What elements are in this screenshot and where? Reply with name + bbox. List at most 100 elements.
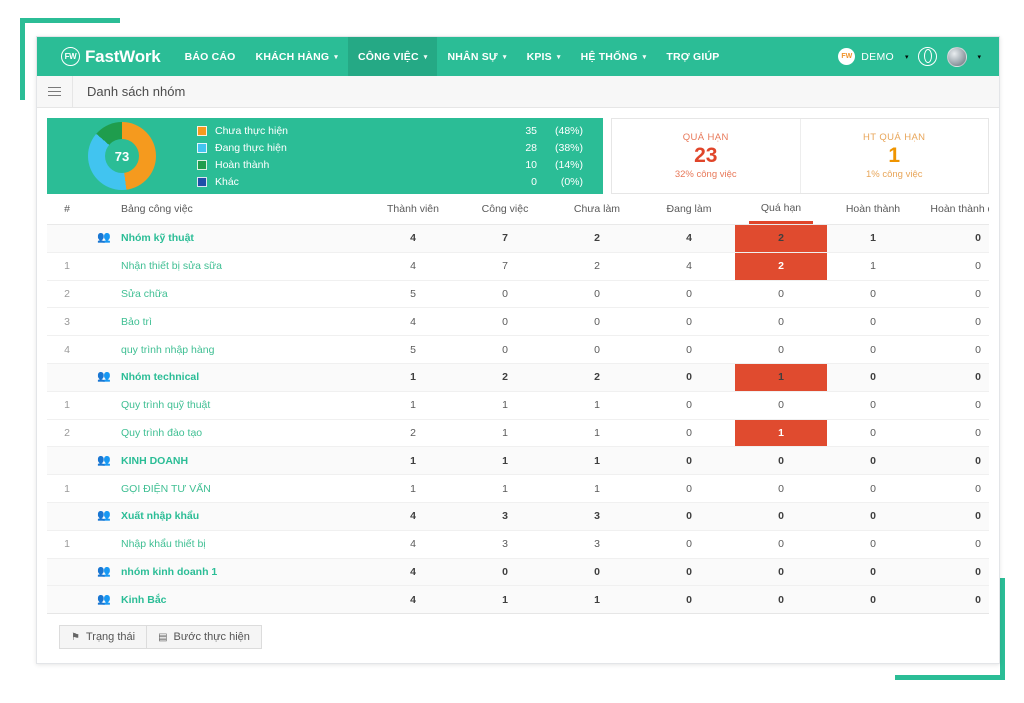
cell-done: 0 xyxy=(827,419,919,447)
table-group-row[interactable]: 👥Xuất nhập khẩu4330000 xyxy=(47,502,989,530)
table-group-row[interactable]: 👥Kinh Bắc4110000 xyxy=(47,586,989,614)
nav-item-1[interactable]: KHÁCH HÀNG▾ xyxy=(246,37,348,76)
table-group-row[interactable]: 👥Nhóm kỹ thuật4724210 xyxy=(47,225,989,253)
cell-doing: 0 xyxy=(643,475,735,503)
col-done-overdue[interactable]: Hoàn thành quá hạn xyxy=(919,194,989,225)
row-board-name[interactable]: Bảo trì xyxy=(87,308,367,336)
cell-todo: 1 xyxy=(551,586,643,614)
legend-label: Hoàn thành xyxy=(215,159,511,171)
fastwork-logo-icon: FW xyxy=(61,47,80,66)
account-menu[interactable]: FW DEMO ▾ xyxy=(838,48,908,65)
cell-done: 0 xyxy=(827,530,919,558)
stat-completed-overdue-sub: 1% công việc xyxy=(866,169,923,180)
cell-overdue: 0 xyxy=(735,447,827,475)
cell-done: 0 xyxy=(827,391,919,419)
summary-strip: 73 Chưa thực hiện35(48%)Đang thực hiện28… xyxy=(47,118,989,194)
cell-doing: 0 xyxy=(643,447,735,475)
cell-tasks: 1 xyxy=(459,586,551,614)
cell-overdue: 0 xyxy=(735,308,827,336)
col-members[interactable]: Thành viên xyxy=(367,194,459,225)
row-index: 1 xyxy=(47,530,87,558)
cell-overdue: 1 xyxy=(735,363,827,391)
table-row[interactable]: 1Quy trình quỹ thuật1110000 xyxy=(47,391,989,419)
nav-item-5[interactable]: HỆ THỐNG▾ xyxy=(571,37,657,76)
cell-done: 0 xyxy=(827,336,919,364)
cell-tasks: 7 xyxy=(459,252,551,280)
cell-doing: 0 xyxy=(643,363,735,391)
user-avatar-menu[interactable]: ▾ xyxy=(947,47,981,67)
legend-row[interactable]: Khác0(0%) xyxy=(197,173,583,190)
table-row[interactable]: 1Nhập khẩu thiết bị4330000 xyxy=(47,530,989,558)
cell-todo: 0 xyxy=(551,336,643,364)
cell-todo: 0 xyxy=(551,558,643,586)
cell-members: 1 xyxy=(367,363,459,391)
row-board-name[interactable]: 👥KINH DOANH xyxy=(87,447,367,475)
nav-item-label: NHÂN SỰ xyxy=(447,51,497,63)
row-board-name[interactable]: Sửa chữa xyxy=(87,280,367,308)
row-board-name[interactable]: Nhận thiết bị sửa sữa xyxy=(87,252,367,280)
nav-item-0[interactable]: BÁO CÁO xyxy=(175,37,246,76)
row-index: 1 xyxy=(47,391,87,419)
table-row[interactable]: 4quy trình nhập hàng5000000 xyxy=(47,336,989,364)
row-board-name[interactable]: 👥nhóm kinh doanh 1 xyxy=(87,558,367,586)
legend-row[interactable]: Chưa thực hiện35(48%) xyxy=(197,122,583,139)
cell-doing: 0 xyxy=(643,502,735,530)
avatar xyxy=(947,47,967,67)
steps-button[interactable]: ▤ Bước thực hiện xyxy=(147,625,262,649)
row-board-name[interactable]: 👥Nhóm kỹ thuật xyxy=(87,225,367,253)
nav-item-3[interactable]: NHÂN SỰ▾ xyxy=(437,37,516,76)
col-todo[interactable]: Chưa làm xyxy=(551,194,643,225)
table-row[interactable]: 3Bảo trì4000000 xyxy=(47,308,989,336)
row-board-name[interactable]: 👥Nhóm technical xyxy=(87,363,367,391)
cell-members: 1 xyxy=(367,391,459,419)
col-board-name[interactable]: Bảng công việc xyxy=(87,194,367,225)
legend-row[interactable]: Đang thực hiện28(38%) xyxy=(197,139,583,156)
table-group-row[interactable]: 👥KINH DOANH1110000 xyxy=(47,447,989,475)
col-done[interactable]: Hoàn thành xyxy=(827,194,919,225)
col-tasks[interactable]: Công việc xyxy=(459,194,551,225)
table-row[interactable]: 1GỌI ĐIỆN TƯ VẤN1110000 xyxy=(47,475,989,503)
legend-row[interactable]: Hoàn thành10(14%) xyxy=(197,156,583,173)
chevron-down-icon: ▾ xyxy=(977,53,981,61)
row-board-name[interactable]: quy trình nhập hàng xyxy=(87,336,367,364)
nav-item-label: CÔNG VIỆC xyxy=(358,51,419,63)
chevron-down-icon: ▾ xyxy=(643,53,647,61)
cell-done-overdue: 0 xyxy=(919,586,989,614)
cell-done-overdue: 0 xyxy=(919,419,989,447)
cell-done: 0 xyxy=(827,502,919,530)
row-board-name[interactable]: 👥Kinh Bắc xyxy=(87,586,367,614)
cell-done: 0 xyxy=(827,363,919,391)
cell-tasks: 0 xyxy=(459,308,551,336)
cell-doing: 4 xyxy=(643,252,735,280)
row-board-name[interactable]: GỌI ĐIỆN TƯ VẤN xyxy=(87,475,367,503)
cell-doing: 0 xyxy=(643,391,735,419)
legend-label: Khác xyxy=(215,176,511,188)
col-overdue[interactable]: Quá hạn xyxy=(735,194,827,225)
table-group-row[interactable]: 👥Nhóm technical1220100 xyxy=(47,363,989,391)
donut-center-total: 73 xyxy=(105,139,139,173)
status-button[interactable]: ⚑ Trạng thái xyxy=(59,625,147,649)
col-doing[interactable]: Đang làm xyxy=(643,194,735,225)
nav-item-6[interactable]: TRỢ GIÚP xyxy=(656,37,729,76)
table-row[interactable]: 1Nhận thiết bị sửa sữa4724210 xyxy=(47,252,989,280)
table-group-row[interactable]: 👥nhóm kinh doanh 14000000 xyxy=(47,558,989,586)
task-groups-table-wrap[interactable]: # Bảng công việc Thành viên Công việc Ch… xyxy=(47,194,989,614)
brand-logo[interactable]: FW FastWork xyxy=(37,47,175,67)
row-board-name[interactable]: Quy trình đào tạo xyxy=(87,419,367,447)
table-row[interactable]: 2Sửa chữa5000000 xyxy=(47,280,989,308)
row-board-name[interactable]: Quy trình quỹ thuật xyxy=(87,391,367,419)
hamburger-icon[interactable] xyxy=(37,76,73,107)
table-row[interactable]: 2Quy trình đào tạo2110100 xyxy=(47,419,989,447)
cell-overdue: 0 xyxy=(735,475,827,503)
nav-item-4[interactable]: KPIS▾ xyxy=(517,37,571,76)
top-navbar: FW FastWork BÁO CÁOKHÁCH HÀNG▾CÔNG VIỆC▾… xyxy=(37,37,999,76)
nav-item-2[interactable]: CÔNG VIỆC▾ xyxy=(348,37,437,76)
row-board-name[interactable]: 👥Xuất nhập khẩu xyxy=(87,502,367,530)
globe-icon[interactable] xyxy=(918,47,937,66)
cell-overdue: 0 xyxy=(735,530,827,558)
cell-done-overdue: 0 xyxy=(919,308,989,336)
cell-done: 1 xyxy=(827,225,919,253)
row-board-name[interactable]: Nhập khẩu thiết bị xyxy=(87,530,367,558)
col-index[interactable]: # xyxy=(47,194,87,225)
row-index: 3 xyxy=(47,308,87,336)
